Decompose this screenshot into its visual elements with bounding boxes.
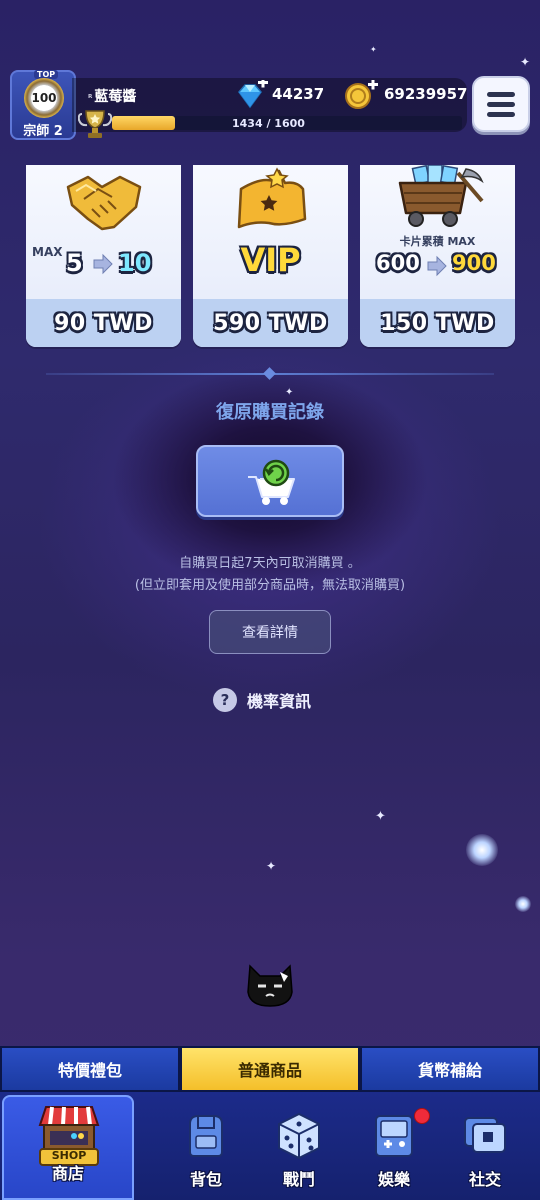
handshake-icon [66, 175, 142, 231]
glowing-star-icon [515, 896, 531, 912]
tab-general-items[interactable]: 普通商品 [180, 1046, 360, 1092]
view-details-button[interactable]: 查看詳情 [209, 610, 331, 654]
notification-dot [414, 1108, 430, 1124]
nav-battle[interactable]: 戰鬥 [259, 1112, 339, 1192]
rank-number: 100 [31, 91, 57, 105]
card3-to-value: 900 [452, 251, 496, 275]
nav-shop[interactable]: SHOP 商店 [2, 1095, 134, 1200]
sparkle-icon: ✦ [520, 55, 531, 69]
player-name[interactable]: ᴿ 藍莓醬 [88, 86, 136, 106]
cancel-policy-note: (但立即套用及使用部分商品時，無法取消購買) [134, 578, 406, 593]
question-icon: ? [213, 688, 237, 712]
trophy-icon [78, 110, 112, 138]
card1-to-value: 10 [118, 249, 152, 277]
dice-icon [278, 1112, 320, 1160]
card3-price-strip: 150 TWD [360, 299, 515, 347]
glowing-star-icon [466, 834, 498, 866]
nav-backpack-label: 背包 [189, 1170, 222, 1189]
rank-medal-icon: 100 [24, 78, 64, 118]
nav-entertainment[interactable]: 娛樂 [354, 1112, 434, 1192]
menu-line-icon [487, 91, 515, 97]
shop-card-vip[interactable]: VIP 590 TWD [193, 165, 348, 347]
tab-currency-supply[interactable]: 貨幣補給 [360, 1046, 540, 1092]
hamburger-menu-button[interactable] [472, 76, 530, 132]
arcade-icon [375, 1115, 413, 1157]
xp-text: 1434 / 1600 [232, 117, 305, 130]
shop-card-card-capacity[interactable]: 卡片累積 MAX 600 900 150 TWD [360, 165, 515, 347]
gem-count: 44237 [272, 85, 325, 103]
arrow-right-icon [427, 255, 447, 277]
card1-price-strip: 90 TWD [26, 299, 181, 347]
probability-info-label: 機率資訊 [247, 692, 312, 711]
card2-price-strip: 590 TWD [193, 299, 348, 347]
nav-shop-label: 商店 [51, 1164, 84, 1183]
restore-purchase-button[interactable] [196, 445, 344, 517]
rank-title: 宗師 2 [23, 124, 63, 139]
nav-entertainment-label: 娛樂 [377, 1170, 410, 1189]
probability-info-link[interactable]: ? 機率資訊 [213, 687, 311, 713]
rank-badge[interactable]: TOP 100 宗師 2 [10, 70, 76, 140]
menu-line-icon [487, 111, 515, 117]
nav-backpack[interactable]: 背包 [166, 1112, 246, 1192]
card1-price: 90 TWD [54, 310, 153, 336]
player-name-text: 藍莓醬 [94, 89, 137, 105]
gem-plus-icon[interactable] [236, 80, 268, 110]
vip-ticket-icon [237, 167, 307, 229]
backpack-icon [189, 1115, 223, 1157]
arrow-right-icon [93, 253, 113, 275]
tab-special-packs[interactable]: 特價禮包 [0, 1046, 180, 1092]
card3-price: 150 TWD [380, 310, 495, 336]
coin-plus-icon[interactable] [344, 80, 378, 110]
sparkle-icon: ✦ [266, 859, 277, 873]
card2-vip-label: VIP [240, 241, 301, 279]
xp-progress-fill [112, 116, 175, 130]
black-cat-icon [247, 964, 293, 1007]
card3-caption: 卡片累積 MAX [399, 235, 476, 248]
sparkle-icon: ✦ [370, 45, 377, 54]
divider-diamond [263, 367, 276, 380]
coin-count: 69239957 [384, 85, 468, 103]
name-prefix: ᴿ [88, 94, 93, 104]
restore-title: 復原購買記錄 [216, 402, 324, 423]
card1-max-label: MAX [32, 245, 63, 259]
nav-battle-label: 戰鬥 [282, 1170, 315, 1189]
mine-cart-icon [398, 165, 484, 227]
cart-refresh-icon [248, 459, 295, 505]
nav-social[interactable]: 社交 [445, 1112, 525, 1192]
menu-line-icon [487, 101, 515, 107]
card2-price: 590 TWD [213, 310, 328, 336]
shop-category-tabs: 特價禮包 普通商品 貨幣補給 [0, 1046, 540, 1092]
sparkle-icon: ✦ [285, 387, 294, 398]
nav-social-label: 社交 [468, 1170, 501, 1189]
shop-card-friend-limit[interactable]: MAX 5 10 90 TWD [26, 165, 181, 347]
cancel-policy-text: 自購買日起7天內可取消購買 。 [179, 556, 361, 571]
card1-from-value: 5 [66, 249, 83, 277]
card3-from-value: 600 [376, 251, 420, 275]
sparkle-icon: ✦ [375, 809, 386, 824]
social-icon [464, 1117, 506, 1153]
